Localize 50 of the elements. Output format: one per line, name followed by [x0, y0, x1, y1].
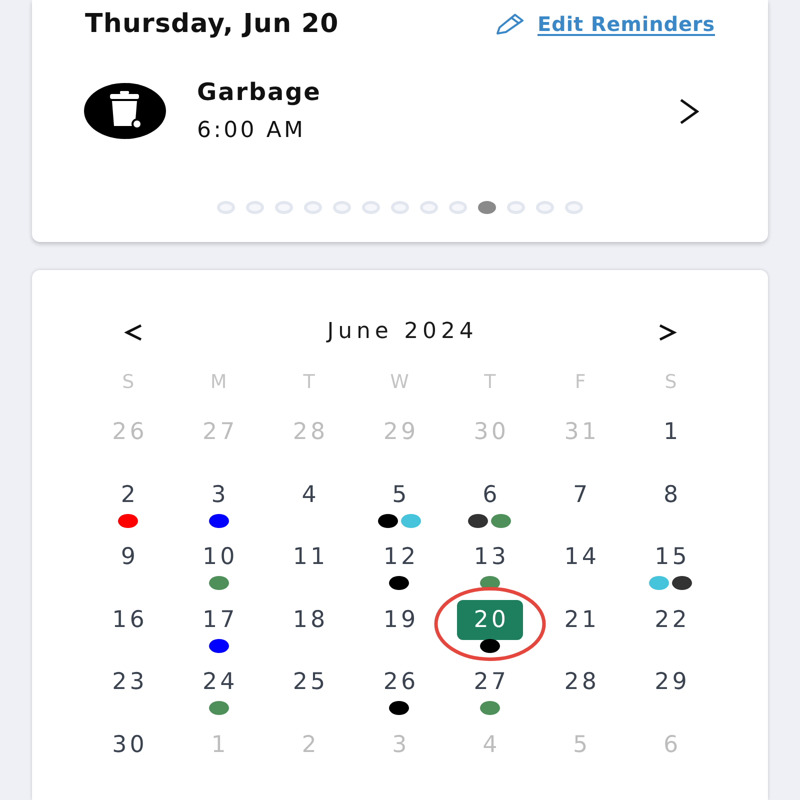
weekday-label: M: [209, 370, 229, 394]
calendar-day[interactable]: 15: [638, 537, 704, 578]
calendar-day[interactable]: 14: [547, 537, 614, 578]
weekday-label: S: [664, 370, 679, 394]
calendar-day[interactable]: 5: [366, 474, 432, 515]
weekday-label: W: [389, 370, 411, 394]
weekday-label: S: [121, 370, 136, 394]
previous-month-button[interactable]: [124, 324, 144, 340]
weekday-label: T: [302, 370, 317, 394]
calendar-day[interactable]: 11: [276, 537, 342, 578]
calendar-day[interactable]: 20: [456, 600, 523, 640]
reminder-time: 6:00 AM: [197, 117, 306, 145]
calendar-day[interactable]: 2: [95, 474, 162, 515]
calendar-day[interactable]: 8: [638, 474, 704, 515]
calendar-day[interactable]: 12: [366, 537, 432, 578]
next-month-button[interactable]: [657, 324, 677, 340]
calendar-day[interactable]: 7: [547, 474, 614, 515]
calendar-day[interactable]: 24: [186, 662, 252, 702]
reminder-title: Garbage: [197, 77, 322, 107]
month-title: June 2024: [325, 318, 478, 346]
chevron-left-icon: [124, 324, 144, 340]
calendar-day[interactable]: 3: [186, 474, 252, 515]
chevron-right-icon[interactable]: [678, 98, 700, 124]
calendar-day[interactable]: 22: [638, 600, 704, 640]
chevron-right-icon: [657, 324, 677, 340]
calendar-day[interactable]: 6: [456, 474, 523, 515]
date-heading: Thursday, Jun 20: [85, 9, 339, 39]
edit-reminders-link[interactable]: Edit Reminders: [495, 11, 715, 37]
calendar-day[interactable]: 30: [95, 724, 162, 765]
calendar-day[interactable]: 18: [276, 600, 342, 640]
calendar-day[interactable]: 28: [547, 662, 614, 702]
weekday-label: F: [574, 370, 588, 394]
calendar-day[interactable]: 9: [95, 537, 162, 578]
calendar-day[interactable]: 21: [547, 600, 614, 640]
calendar-day[interactable]: 27: [456, 662, 523, 702]
trash-bin-icon: [84, 83, 166, 139]
calendar-day[interactable]: 17: [186, 600, 252, 640]
calendar-day[interactable]: 19: [366, 600, 432, 640]
pencil-icon: [495, 13, 526, 35]
calendar-day[interactable]: 13: [456, 537, 523, 578]
calendar-day[interactable]: 1: [638, 412, 704, 452]
calendar-day[interactable]: 4: [276, 474, 342, 515]
calendar-day[interactable]: 29: [638, 662, 704, 702]
calendar-day[interactable]: 26: [366, 662, 432, 702]
weekday-label: T: [483, 370, 498, 394]
calendar-day[interactable]: 16: [95, 600, 162, 640]
calendar-day[interactable]: 10: [186, 537, 252, 578]
page-dot-icon[interactable]: [478, 201, 496, 214]
calendar-day[interactable]: 23: [95, 662, 162, 702]
calendar-day[interactable]: 25: [276, 662, 342, 702]
